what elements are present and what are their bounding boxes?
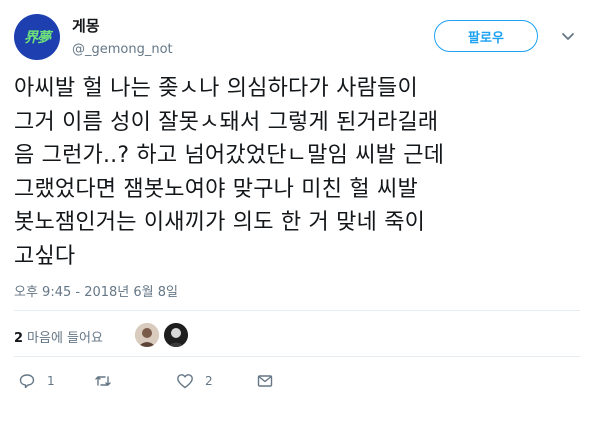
- likes-count[interactable]: 2 마음에 들어요: [14, 327, 103, 346]
- reply-button[interactable]: 1: [18, 372, 55, 390]
- retweet-icon: [95, 376, 111, 386]
- user-names[interactable]: 게몽 @_gemong_not: [72, 16, 173, 59]
- like-button[interactable]: 2: [176, 372, 213, 390]
- user-handle[interactable]: @_gemong_not: [72, 41, 173, 59]
- tweet-text-line: 봇노잼인거는 이새끼가 의도 한 거 맞네 죽이: [14, 210, 426, 235]
- liker-avatar[interactable]: [164, 323, 188, 347]
- tweet-header: 界夢 게몽 @_gemong_not 팔로우: [14, 14, 580, 66]
- tweet-text-line: 음 그런가..? 하고 넘어갔었단ㄴ말임 씨발 근데: [14, 143, 445, 168]
- tweet-timestamp[interactable]: 오후 9:45 - 2018년 6월 8일: [14, 281, 178, 300]
- envelope-icon: [257, 375, 273, 387]
- avatar-logo-text: 界夢: [24, 30, 51, 46]
- tweet-actions: 1 2: [14, 368, 580, 396]
- tweet-text-line: 그거 이름 성이 잘못ㅅ돼서 그렇게 된거라길래: [14, 109, 439, 135]
- like-count: 2: [205, 374, 213, 388]
- divider: [14, 310, 580, 311]
- tweet-text: 아씨발 헐 나는 좆ㅅ나 의심하다가 사람들이 그거 이름 성이 잘못ㅅ돼서 그…: [14, 72, 584, 273]
- tweet-text-line: 고싶다: [14, 243, 76, 269]
- reply-icon: [19, 374, 35, 389]
- reply-count: 1: [47, 374, 55, 388]
- chevron-down-icon[interactable]: [560, 28, 576, 44]
- tweet-text-line: 그랬었다면 잼봇노여야 맞구나 미친 헐 씨발: [14, 176, 418, 202]
- divider: [14, 356, 580, 357]
- avatar[interactable]: 界夢: [14, 14, 60, 60]
- message-button[interactable]: [256, 372, 274, 390]
- tweet-text-line: 아씨발 헐 나는 좆ㅅ나 의심하다가 사람들이: [14, 76, 418, 101]
- retweet-button[interactable]: [94, 372, 123, 390]
- heart-icon: [177, 374, 193, 389]
- liker-avatar[interactable]: [135, 323, 159, 347]
- likes-number: 2: [14, 331, 24, 346]
- likes-summary[interactable]: 2 마음에 들어요: [14, 318, 580, 352]
- likes-label: 마음에 들어요: [27, 331, 103, 346]
- display-name[interactable]: 게몽: [72, 16, 173, 36]
- follow-button[interactable]: 팔로우: [434, 20, 538, 52]
